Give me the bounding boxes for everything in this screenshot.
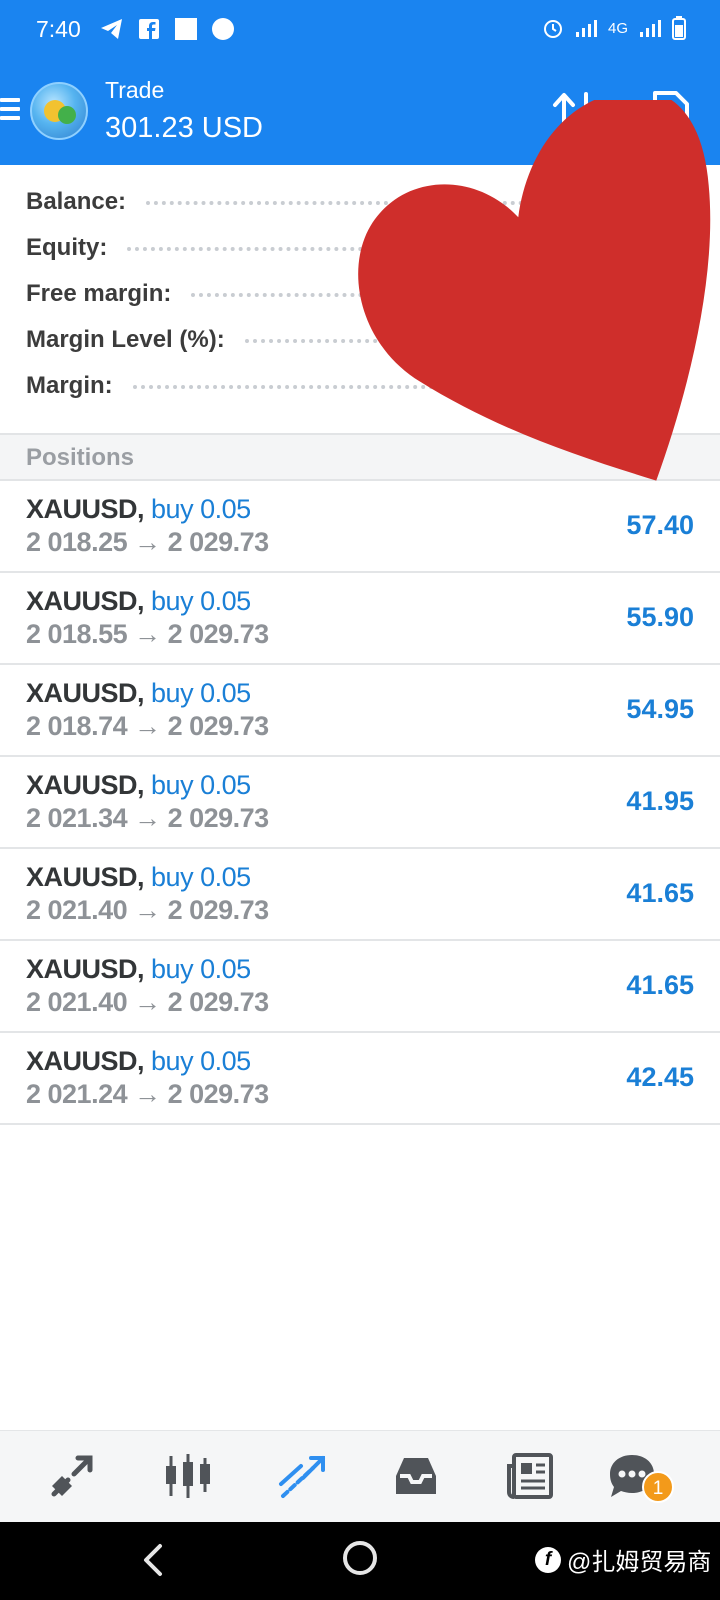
bottom-navigation: 1 [0, 1430, 720, 1522]
position-direction: buy 0.05 [151, 1046, 251, 1076]
nav-news[interactable] [503, 1449, 557, 1503]
summary-label: Margin Level (%): [26, 326, 225, 353]
summary-label: Equity: [26, 234, 108, 261]
position-prices: 2 018.74 → 2 029.73 [26, 711, 269, 741]
position-row[interactable]: XAUUSD, buy 0.05 2 021.40 → 2 029.73 41.… [0, 941, 720, 1033]
summary-label: Free margin: [26, 280, 172, 307]
network-type: 4G [607, 19, 628, 37]
position-prices: 2 021.40 → 2 029.73 [26, 987, 269, 1017]
circle-notification-icon [211, 17, 235, 41]
position-profit: 41.65 [626, 878, 694, 908]
signal-icon-2 [640, 20, 661, 37]
chat-unread-badge: 1 [642, 1471, 674, 1503]
status-time: 7:40 [36, 16, 81, 42]
chart-candles-icon [166, 1454, 210, 1498]
position-profit: 57.40 [626, 510, 694, 540]
position-direction: buy 0.05 [151, 770, 251, 800]
position-profit: 42.45 [626, 1062, 694, 1092]
position-symbol-line: XAUUSD, buy 0.05 [26, 1046, 251, 1077]
alarm-icon [543, 20, 562, 38]
position-prices: 2 021.24 → 2 029.73 [26, 1079, 269, 1109]
nav-trade[interactable] [275, 1449, 329, 1503]
status-system-icons: 4G [542, 16, 686, 40]
position-profit: 41.95 [626, 786, 694, 816]
position-row[interactable]: XAUUSD, buy 0.05 2 018.74 → 2 029.73 54.… [0, 665, 720, 757]
quotes-icon [51, 1455, 93, 1497]
position-prices: 2 021.40 → 2 029.73 [26, 895, 269, 925]
status-notification-icons [100, 17, 235, 41]
watermark-text: @扎姆贸易商 [567, 1549, 712, 1576]
position-symbol-line: XAUUSD, buy 0.05 [26, 494, 251, 525]
position-symbol: XAUUSD, [26, 770, 145, 800]
position-symbol: XAUUSD, [26, 586, 145, 616]
position-profit: 54.95 [626, 694, 694, 724]
position-direction: buy 0.05 [151, 678, 251, 708]
summary-label: Balance: [26, 188, 127, 215]
signal-icon [575, 20, 597, 37]
position-prices: 2 018.55 → 2 029.73 [26, 619, 269, 649]
nav-quotes[interactable] [45, 1449, 99, 1503]
square-notification-icon [174, 17, 198, 41]
position-row[interactable]: XAUUSD, buy 0.05 2 018.55 → 2 029.73 55.… [0, 573, 720, 665]
positions-title: Positions [26, 444, 135, 471]
account-balance: 301.23 USD [105, 112, 263, 144]
position-row[interactable]: XAUUSD, buy 0.05 2 021.34 → 2 029.73 41.… [0, 757, 720, 849]
trade-icon [279, 1456, 325, 1498]
metatrader-logo [30, 82, 88, 140]
system-navigation-bar: f @扎姆贸易商 [0, 1522, 720, 1600]
page-title: Trade [105, 77, 165, 103]
positions-list: XAUUSD, buy 0.05 2 018.25 → 2 029.73 57.… [0, 481, 720, 1125]
history-inbox-icon [396, 1458, 436, 1494]
position-symbol: XAUUSD, [26, 494, 145, 524]
position-symbol: XAUUSD, [26, 1046, 145, 1076]
nav-history[interactable] [389, 1449, 443, 1503]
position-direction: buy 0.05 [151, 862, 251, 892]
news-icon [507, 1453, 553, 1499]
telegram-icon [100, 17, 124, 41]
back-icon[interactable] [138, 1542, 166, 1578]
position-symbol-line: XAUUSD, buy 0.05 [26, 678, 251, 709]
position-prices: 2 021.34 → 2 029.73 [26, 803, 269, 833]
position-row[interactable]: XAUUSD, buy 0.05 2 021.24 → 2 029.73 42.… [0, 1033, 720, 1125]
position-profit: 41.65 [626, 970, 694, 1000]
position-symbol: XAUUSD, [26, 954, 145, 984]
position-direction: buy 0.05 [151, 494, 251, 524]
position-prices: 2 018.25 → 2 029.73 [26, 527, 269, 557]
home-icon[interactable] [343, 1541, 377, 1575]
platform-logo-icon: f [535, 1546, 561, 1573]
heart-sticker-overlay [358, 100, 711, 481]
position-symbol: XAUUSD, [26, 678, 145, 708]
nav-chart[interactable] [161, 1449, 215, 1503]
hamburger-menu-icon[interactable] [0, 98, 20, 124]
position-symbol-line: XAUUSD, buy 0.05 [26, 954, 251, 985]
position-symbol: XAUUSD, [26, 862, 145, 892]
position-symbol-line: XAUUSD, buy 0.05 [26, 586, 251, 617]
position-profit: 55.90 [626, 602, 694, 632]
battery-icon [672, 16, 686, 40]
position-symbol-line: XAUUSD, buy 0.05 [26, 862, 251, 893]
position-symbol-line: XAUUSD, buy 0.05 [26, 770, 251, 801]
summary-label: Margin: [26, 372, 113, 399]
watermark: f @扎姆贸易商 [535, 1542, 711, 1577]
position-row[interactable]: XAUUSD, buy 0.05 2 021.40 → 2 029.73 41.… [0, 849, 720, 941]
facebook-icon [137, 17, 161, 41]
position-direction: buy 0.05 [151, 954, 251, 984]
position-direction: buy 0.05 [151, 586, 251, 616]
